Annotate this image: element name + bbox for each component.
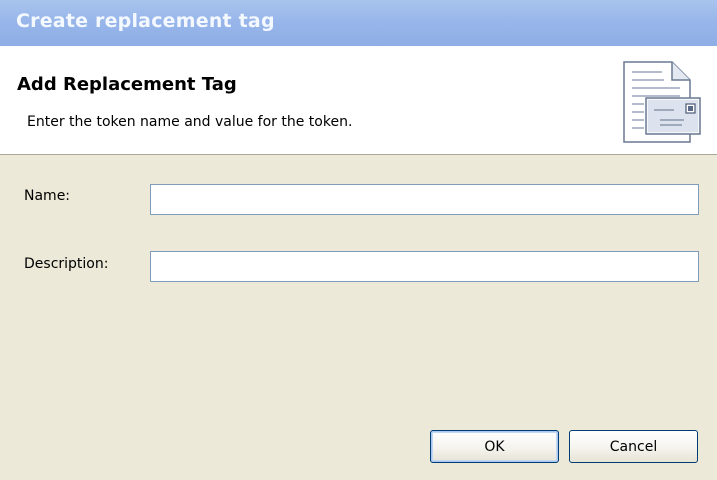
page-title: Add Replacement Tag <box>17 74 237 95</box>
name-label: Name: <box>24 188 71 204</box>
wizard-envelope-document-icon <box>623 61 701 143</box>
description-input[interactable] <box>150 251 699 282</box>
ok-button[interactable]: OK <box>430 430 559 463</box>
window-title: Create replacement tag <box>16 10 275 32</box>
dialog-header: Add Replacement Tag Enter the token name… <box>0 46 717 155</box>
create-replacement-tag-dialog: Create replacement tag Add Replacement T… <box>0 0 717 480</box>
cancel-button[interactable]: Cancel <box>569 430 698 463</box>
description-label: Description: <box>24 256 109 272</box>
page-description: Enter the token name and value for the t… <box>27 114 353 130</box>
title-bar[interactable]: Create replacement tag <box>0 0 717 46</box>
name-input[interactable] <box>150 184 699 215</box>
